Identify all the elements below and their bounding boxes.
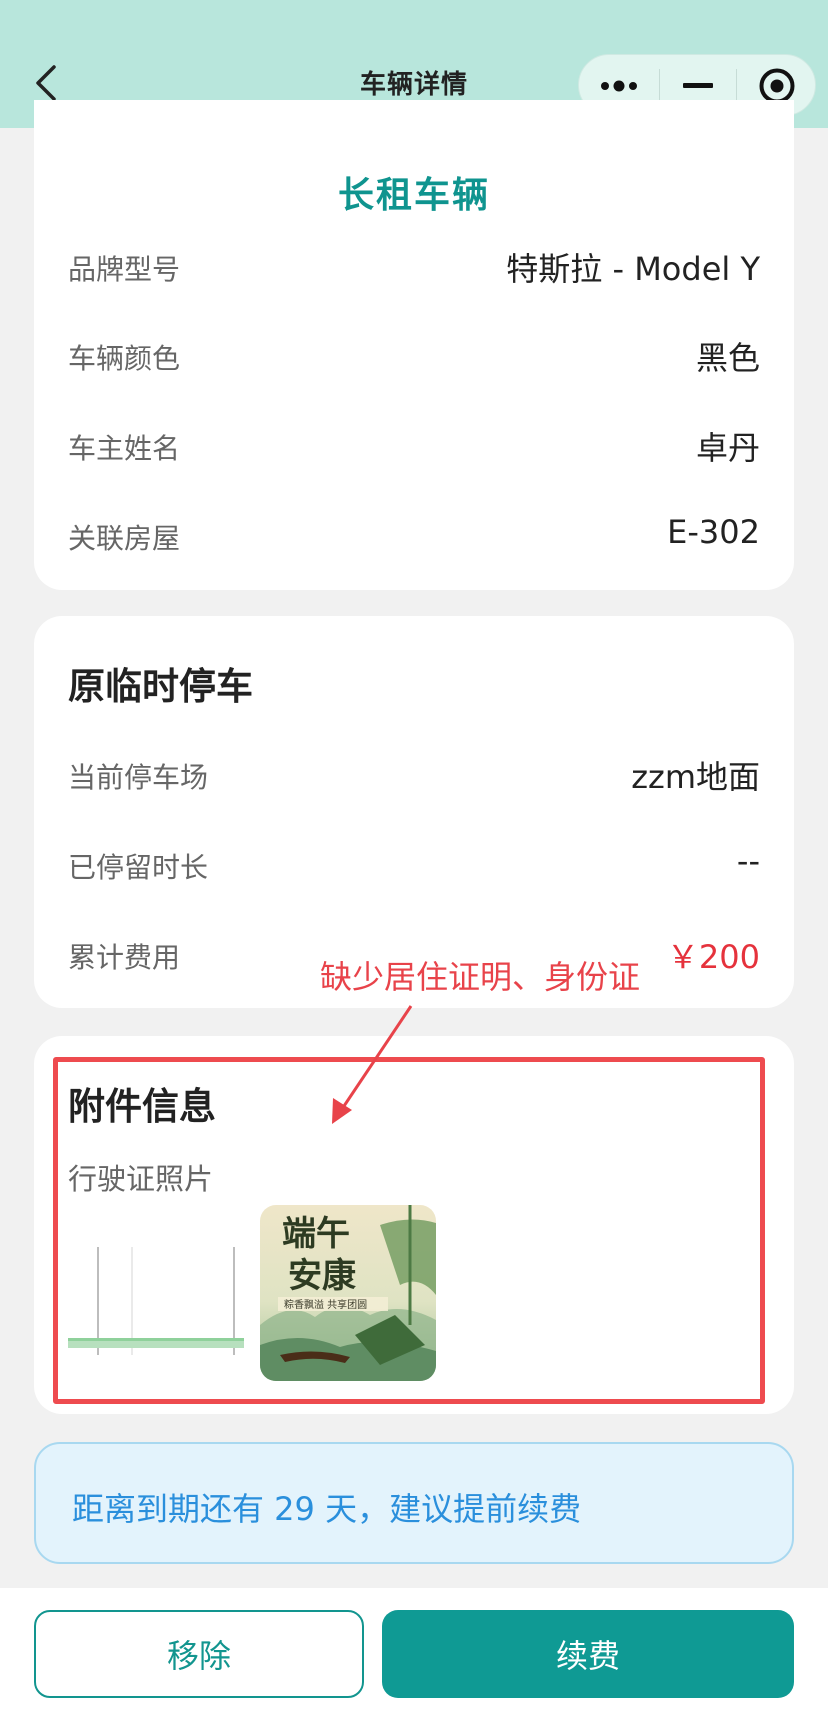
row-label: 已停留时长 <box>68 851 209 884</box>
row-value: 卓丹 <box>695 429 760 467</box>
info-row-color: 车辆颜色 黑色 <box>68 329 760 379</box>
missing-documents-highlight-box <box>53 1057 765 1404</box>
expiry-notice-text: 距离到期还有 29 天，建议提前续费 <box>72 1490 582 1528</box>
row-value: zzm地面 <box>631 758 760 796</box>
row-label: 关联房屋 <box>68 522 181 555</box>
row-value: 黑色 <box>695 339 760 377</box>
info-row-duration: 已停留时长 -- <box>68 838 760 888</box>
row-label: 累计费用 <box>68 941 181 974</box>
info-row-house: 关联房屋 E-302 <box>68 509 760 559</box>
remove-button[interactable]: 移除 <box>34 1610 364 1698</box>
renew-button[interactable]: 续费 <box>382 1610 794 1698</box>
row-label: 车主姓名 <box>68 432 181 465</box>
vehicle-type-title: 长租车辆 <box>337 175 490 216</box>
row-value: -- <box>736 842 760 880</box>
row-value: 特斯拉 - Model Y <box>506 250 760 288</box>
parking-section-title: 原临时停车 <box>68 665 253 708</box>
info-row-brand: 品牌型号 特斯拉 - Model Y <box>68 240 760 290</box>
missing-documents-annotation: 缺少居住证明、身份证 <box>320 958 641 996</box>
minus-icon <box>683 83 713 88</box>
row-value: E-302 <box>667 513 760 551</box>
fee-value: ￥200 <box>666 938 760 976</box>
row-label: 当前停车场 <box>68 761 209 794</box>
bottom-action-bar: 移除 续费 <box>0 1588 828 1718</box>
row-label: 车辆颜色 <box>68 342 181 375</box>
expiry-notice: 距离到期还有 29 天，建议提前续费 <box>34 1442 794 1564</box>
more-dots-icon <box>601 80 637 92</box>
row-label: 品牌型号 <box>68 253 181 286</box>
info-row-parking-lot: 当前停车场 zzm地面 <box>68 748 760 798</box>
info-row-owner: 车主姓名 卓丹 <box>68 419 760 469</box>
